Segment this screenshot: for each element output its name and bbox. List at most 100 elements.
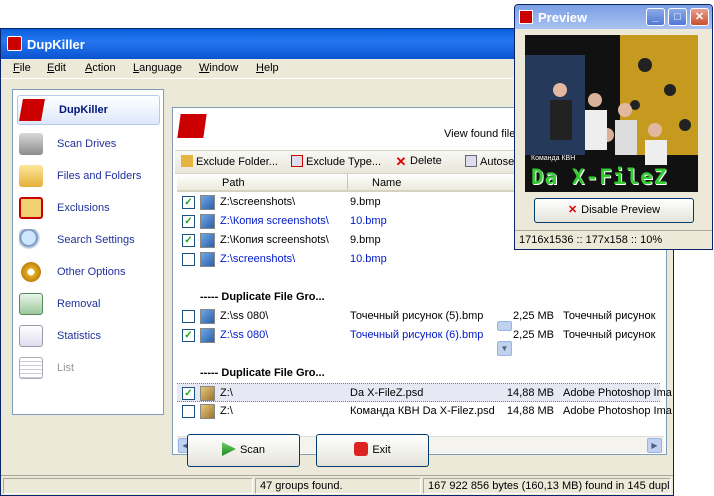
row-type: Adobe Photoshop Ima xyxy=(563,405,672,417)
row-name: 9.bmp xyxy=(350,234,381,246)
sidebar-item-label: Other Options xyxy=(57,266,126,278)
status-bytes: 167 922 856 bytes (160,13 MB) found in 1… xyxy=(423,478,671,494)
row-checkbox[interactable]: ✓ xyxy=(182,387,195,400)
exclude-folder-label: Exclude Folder... xyxy=(196,156,278,168)
preview-title-bar[interactable]: Preview _ □ ✕ xyxy=(515,5,712,29)
dupkiller-logo-icon xyxy=(177,114,207,138)
sidebar-item-search-settings[interactable]: Search Settings xyxy=(17,226,161,256)
sidebar: DupKiller Scan Drives Files and Folders … xyxy=(12,89,164,415)
scroll-down-arrow-icon[interactable]: ▼ xyxy=(497,341,512,356)
row-path: Z:\Копия screenshots\ xyxy=(220,234,329,246)
row-type: Adobe Photoshop Ima xyxy=(563,387,672,399)
row-size: 2,25 MB xyxy=(513,310,554,322)
row-size: 2,25 MB xyxy=(513,329,554,341)
window-title: DupKiller xyxy=(27,37,85,52)
table-spacer-row xyxy=(177,269,660,288)
group-header-label: ----- Duplicate File Gro... xyxy=(200,367,325,379)
row-checkbox[interactable] xyxy=(182,405,195,418)
row-path: Z:\ss 080\ xyxy=(220,329,269,341)
menu-file[interactable]: File xyxy=(13,62,31,74)
close-button[interactable]: ✕ xyxy=(690,8,709,26)
menu-action[interactable]: Action xyxy=(85,62,116,74)
preview-image: Команда КВН Da X-FileZ xyxy=(525,35,698,192)
exit-label: Exit xyxy=(372,444,391,456)
exclude-type-label: Exclude Type... xyxy=(306,156,382,168)
sidebar-item-removal[interactable]: Removal xyxy=(17,290,161,320)
group-header-row: ----- Duplicate File Gro... xyxy=(177,364,660,383)
scan-label: Scan xyxy=(239,444,266,456)
sidebar-item-label: Scan Drives xyxy=(57,138,117,150)
menu-window[interactable]: Window xyxy=(199,62,238,74)
table-row[interactable]: Z:\ss 080\ Точечный рисунок (5).bmp 2,25 M… xyxy=(177,307,660,326)
column-path[interactable]: Path xyxy=(222,177,245,189)
bmp-file-icon xyxy=(200,214,215,229)
row-path: Z:\screenshots\ xyxy=(220,253,296,265)
delete-button[interactable]: ✕ Delete xyxy=(395,155,442,168)
sidebar-item-label: Search Settings xyxy=(57,234,135,246)
row-size: 14,88 MB xyxy=(506,405,554,417)
menu-language[interactable]: Language xyxy=(133,62,182,74)
status-groups: 47 groups found. xyxy=(255,478,421,494)
bmp-file-icon xyxy=(200,195,215,210)
exclude-folder-icon xyxy=(181,155,193,167)
row-path: Z:\ xyxy=(220,405,233,417)
delete-x-icon: ✕ xyxy=(395,154,407,169)
sidebar-item-other-options[interactable]: Other Options xyxy=(17,258,161,288)
exclusions-icon xyxy=(19,197,43,219)
maximize-button[interactable]: □ xyxy=(668,8,687,26)
row-checkbox[interactable]: ✓ xyxy=(182,196,195,209)
sidebar-item-scan-drives[interactable]: Scan Drives xyxy=(17,130,161,160)
bmp-file-icon xyxy=(200,252,215,267)
row-checkbox[interactable]: ✓ xyxy=(182,329,195,342)
scroll-thumb-vertical[interactable] xyxy=(497,321,512,331)
sidebar-item-list[interactable]: List xyxy=(17,354,161,384)
disable-preview-button[interactable]: ✕ Disable Preview xyxy=(534,198,694,223)
table-row[interactable]: ✓ Z:\ss 080\ Точечный рисунок (6).bmp 2,25 … xyxy=(177,326,660,345)
minimize-button[interactable]: _ xyxy=(646,8,665,26)
dupkiller-logo-icon xyxy=(19,99,45,121)
scroll-right-arrow-icon[interactable]: ▶ xyxy=(647,438,662,453)
exit-button[interactable]: Exit xyxy=(316,434,429,467)
row-name: 10.bmp xyxy=(350,253,387,265)
bmp-file-icon xyxy=(200,233,215,248)
list-icon xyxy=(19,357,43,379)
sidebar-item-files-folders[interactable]: Files and Folders xyxy=(17,162,161,192)
chart-icon xyxy=(19,325,43,347)
play-icon xyxy=(221,442,236,456)
exclude-type-button[interactable]: Exclude Type... xyxy=(291,155,381,168)
group-header-row: ----- Duplicate File Gro... xyxy=(177,288,660,307)
column-name[interactable]: Name xyxy=(372,177,401,189)
row-checkbox[interactable]: ✓ xyxy=(182,234,195,247)
sidebar-item-statistics[interactable]: Statistics xyxy=(17,322,161,352)
sidebar-header[interactable]: DupKiller xyxy=(17,95,160,125)
photo-caption: Da X-FileZ xyxy=(531,165,668,189)
table-row[interactable]: Z:\screenshots\ 10.bmp xyxy=(177,250,660,269)
autoselect-button[interactable]: Autose xyxy=(465,155,514,168)
view-found-label: View found file: xyxy=(444,128,519,140)
sidebar-header-label: DupKiller xyxy=(59,104,108,116)
table-spacer-row xyxy=(177,345,660,364)
sidebar-item-label: Removal xyxy=(57,298,101,310)
preview-info: 1716x1536 :: 177x158 :: 10% xyxy=(515,230,712,250)
row-checkbox[interactable]: ✓ xyxy=(182,215,195,228)
row-path: Z:\screenshots\ xyxy=(220,196,296,208)
table-row[interactable]: Z:\ Команда КВН Da X-Filez.psd 14,88 MB Ado… xyxy=(177,402,672,421)
table-row[interactable]: ✓ Z:\ Da X-FileZ.psd 14,88 MB Adobe Photosho… xyxy=(177,383,672,402)
exclude-folder-button[interactable]: Exclude Folder... xyxy=(181,155,278,168)
row-type: Точечный рисунок xyxy=(563,310,656,322)
row-size: 14,88 MB xyxy=(506,387,554,399)
vertical-scrollbar[interactable]: ▼ xyxy=(497,321,513,373)
drive-icon xyxy=(19,133,43,155)
menu-help[interactable]: Help xyxy=(256,62,279,74)
sidebar-item-exclusions[interactable]: Exclusions xyxy=(17,194,161,224)
row-name: Команда КВН Da X-Filez.psd xyxy=(350,405,495,417)
row-checkbox[interactable] xyxy=(182,253,195,266)
folder-icon xyxy=(19,165,43,187)
status-panel-blank xyxy=(3,478,253,494)
sidebar-item-label: Files and Folders xyxy=(57,170,142,182)
row-checkbox[interactable] xyxy=(182,310,195,323)
recycle-bin-icon xyxy=(19,293,43,315)
scan-button[interactable]: Scan xyxy=(187,434,300,467)
menu-edit[interactable]: Edit xyxy=(47,62,66,74)
sidebar-item-label: Exclusions xyxy=(57,202,110,214)
